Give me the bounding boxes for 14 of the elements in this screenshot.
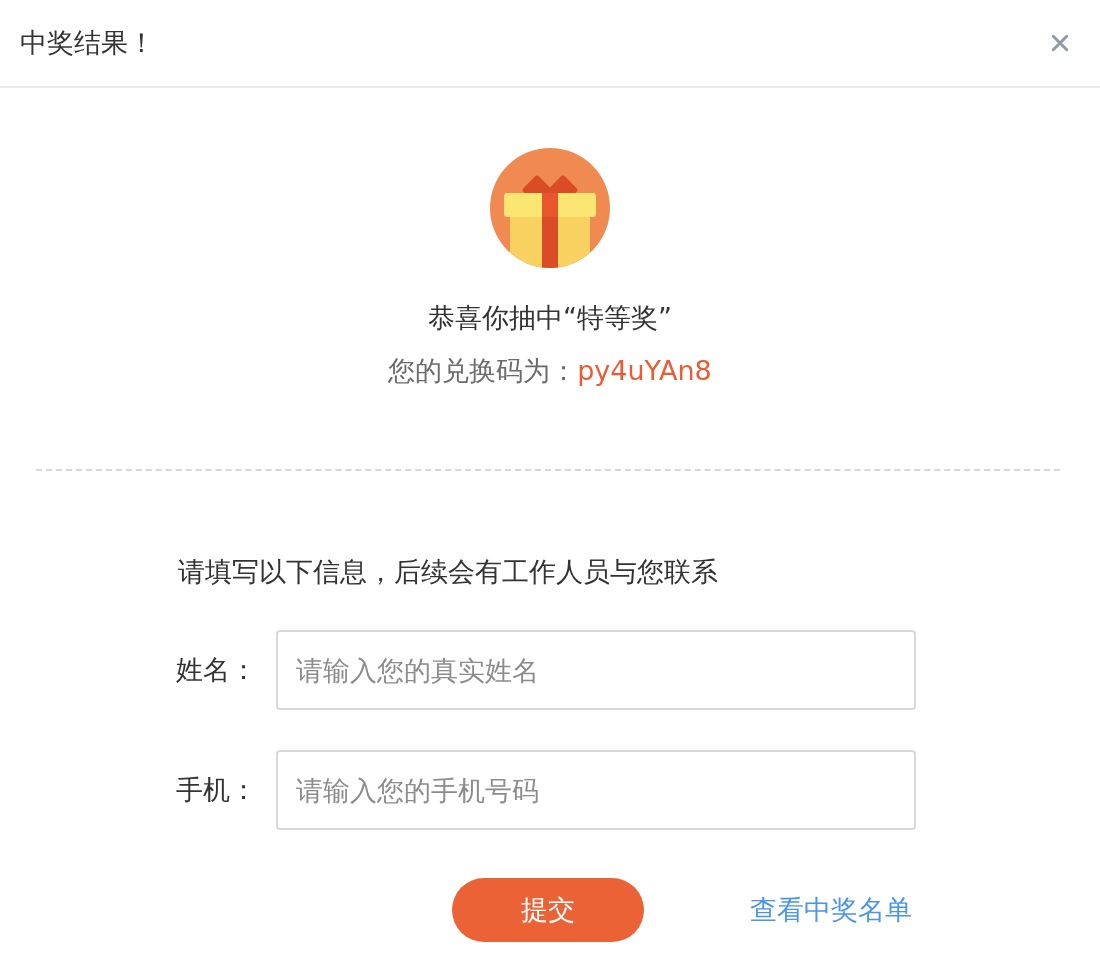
field-label: 姓名：	[176, 653, 258, 687]
redeem-code: py4uYAn8	[577, 355, 712, 386]
close-button[interactable]	[1051, 34, 1069, 52]
input-field[interactable]: 请输入您的真实姓名	[276, 630, 916, 710]
input-field[interactable]: 请输入您的手机号码	[276, 750, 916, 830]
form-instructions: 请填写以下信息，后续会有工作人员与您联系	[178, 555, 718, 589]
dialog-title: 中奖结果！	[20, 26, 155, 60]
submit-button[interactable]: 提交	[452, 878, 644, 942]
close-icon	[1051, 34, 1069, 52]
gift-icon	[490, 148, 610, 268]
winners-list-link[interactable]: 查看中奖名单	[750, 890, 912, 930]
field-label: 手机：	[176, 773, 258, 807]
redeem-code-label: 您的兑换码为：	[388, 355, 578, 386]
prize-message: 恭喜你抽中“特等奖”	[428, 301, 672, 335]
